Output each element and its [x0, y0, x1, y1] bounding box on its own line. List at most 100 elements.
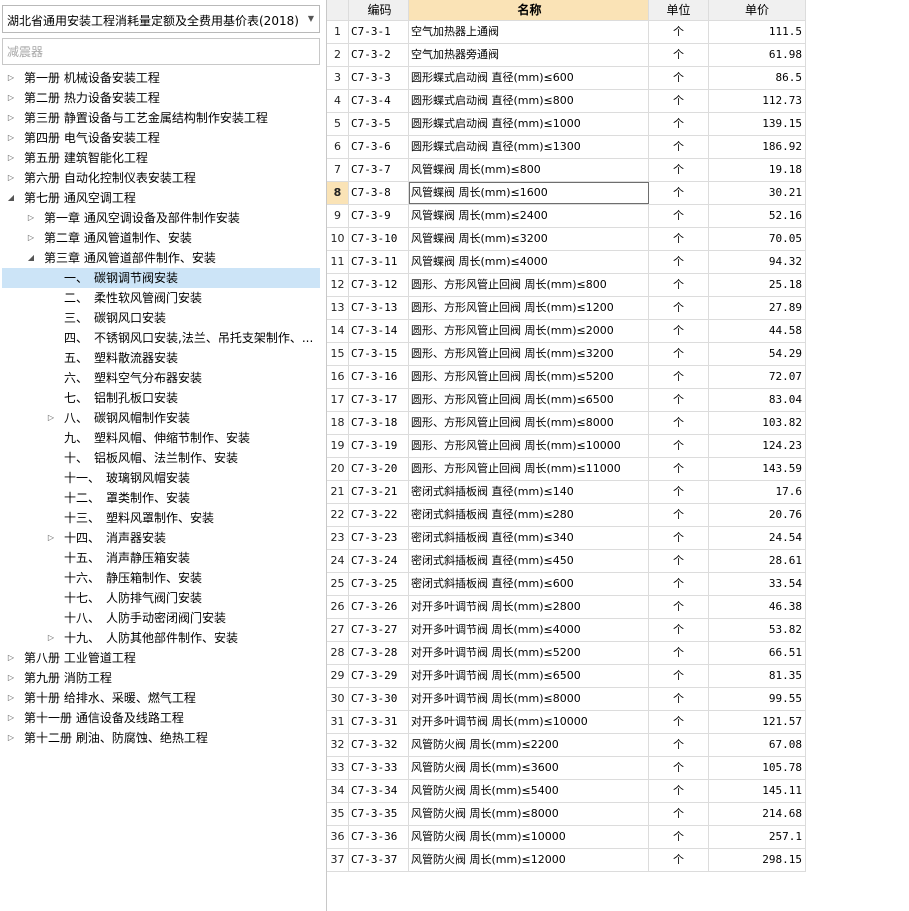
price-cell[interactable]: 70.05	[709, 228, 806, 250]
tree-node[interactable]: 六、 塑料空气分布器安装	[0, 368, 326, 388]
unit-cell[interactable]: 个	[649, 389, 709, 411]
row-number-cell[interactable]: 33	[327, 757, 349, 779]
code-cell[interactable]: C7-3-3	[349, 67, 409, 89]
name-cell[interactable]: 风管防火阀 周长(mm)≤8000	[409, 803, 649, 825]
row-number-cell[interactable]: 36	[327, 826, 349, 848]
price-cell[interactable]: 145.11	[709, 780, 806, 802]
table-row[interactable]: 36 C7-3-36 风管防火阀 周长(mm)≤10000 个 257.1	[327, 826, 806, 849]
chevron-down-icon[interactable]: ▼	[308, 14, 314, 23]
unit-cell[interactable]: 个	[649, 619, 709, 641]
code-cell[interactable]: C7-3-19	[349, 435, 409, 457]
code-cell[interactable]: C7-3-13	[349, 297, 409, 319]
name-cell[interactable]: 圆形、方形风管止回阀 周长(mm)≤10000	[409, 435, 649, 457]
code-cell[interactable]: C7-3-18	[349, 412, 409, 434]
row-number-cell[interactable]: 32	[327, 734, 349, 756]
name-cell[interactable]: 对开多叶调节阀 周长(mm)≤4000	[409, 619, 649, 641]
table-row[interactable]: 17 C7-3-17 圆形、方形风管止回阀 周长(mm)≤6500 个 83.04	[327, 389, 806, 412]
unit-cell[interactable]: 个	[649, 182, 709, 204]
code-cell[interactable]: C7-3-21	[349, 481, 409, 503]
name-cell[interactable]: 对开多叶调节阀 周长(mm)≤6500	[409, 665, 649, 687]
code-cell[interactable]: C7-3-33	[349, 757, 409, 779]
name-cell[interactable]: 风管防火阀 周长(mm)≤12000	[409, 849, 649, 871]
name-cell[interactable]: 风管蝶阀 周长(mm)≤2400	[409, 205, 649, 227]
unit-cell[interactable]: 个	[649, 688, 709, 710]
tree-node[interactable]: ▷ 第八册 工业管道工程	[0, 648, 326, 668]
tree-node[interactable]: ▷ 第十一册 通信设备及线路工程	[0, 708, 326, 728]
unit-cell[interactable]: 个	[649, 113, 709, 135]
name-cell[interactable]: 对开多叶调节阀 周长(mm)≤5200	[409, 642, 649, 664]
name-cell[interactable]: 风管防火阀 周长(mm)≤3600	[409, 757, 649, 779]
code-cell[interactable]: C7-3-4	[349, 90, 409, 112]
code-cell[interactable]: C7-3-10	[349, 228, 409, 250]
table-row[interactable]: 1 C7-3-1 空气加热器上通阀个 111.5	[327, 21, 806, 44]
row-number-cell[interactable]: 19	[327, 435, 349, 457]
expand-triangle-icon[interactable]: ◢	[6, 188, 16, 208]
name-cell[interactable]: 风管防火阀 周长(mm)≤5400	[409, 780, 649, 802]
header-name[interactable]: 名称	[409, 0, 649, 20]
price-cell[interactable]: 94.32	[709, 251, 806, 273]
collapse-triangle-icon[interactable]: ▷	[6, 688, 16, 708]
code-cell[interactable]: C7-3-6	[349, 136, 409, 158]
table-row[interactable]: 14 C7-3-14 圆形、方形风管止回阀 周长(mm)≤2000 个 44.58	[327, 320, 806, 343]
price-cell[interactable]: 19.18	[709, 159, 806, 181]
collapse-triangle-icon[interactable]: ▷	[6, 108, 16, 128]
table-row[interactable]: 33 C7-3-33 风管防火阀 周长(mm)≤3600 个 105.78	[327, 757, 806, 780]
tree-node[interactable]: ▷ 第三册 静置设备与工艺金属结构制作安装工程	[0, 108, 326, 128]
row-number-cell[interactable]: 9	[327, 205, 349, 227]
collapse-triangle-icon[interactable]: ▷	[6, 648, 16, 668]
code-cell[interactable]: C7-3-7	[349, 159, 409, 181]
tree-node[interactable]: ▷ 第九册 消防工程	[0, 668, 326, 688]
tree-node[interactable]: ▷ 十四、 消声器安装	[0, 528, 326, 548]
table-row[interactable]: 32 C7-3-32 风管防火阀 周长(mm)≤2200 个 67.08	[327, 734, 806, 757]
price-cell[interactable]: 121.57	[709, 711, 806, 733]
unit-cell[interactable]: 个	[649, 573, 709, 595]
row-number-cell[interactable]: 24	[327, 550, 349, 572]
unit-cell[interactable]: 个	[649, 504, 709, 526]
table-row[interactable]: 5 C7-3-5 圆形蝶式启动阀 直径(mm)≤1000 个 139.15	[327, 113, 806, 136]
quota-library-select[interactable]: 湖北省通用安装工程消耗量定额及全费用基价表(2018) ▼	[2, 5, 320, 33]
row-number-cell[interactable]: 12	[327, 274, 349, 296]
row-number-cell[interactable]: 15	[327, 343, 349, 365]
code-cell[interactable]: C7-3-31	[349, 711, 409, 733]
price-cell[interactable]: 17.6	[709, 481, 806, 503]
table-row[interactable]: 11 C7-3-11 风管蝶阀 周长(mm)≤4000 个 94.32	[327, 251, 806, 274]
table-row[interactable]: 25 C7-3-25 密闭式斜插板阀 直径(mm)≤600 个 33.54	[327, 573, 806, 596]
row-number-cell[interactable]: 16	[327, 366, 349, 388]
collapse-triangle-icon[interactable]: ▷	[6, 148, 16, 168]
row-number-cell[interactable]: 22	[327, 504, 349, 526]
price-cell[interactable]: 72.07	[709, 366, 806, 388]
name-cell[interactable]: 圆形、方形风管止回阀 周长(mm)≤1200	[409, 297, 649, 319]
header-code[interactable]: 编码	[349, 0, 409, 20]
price-cell[interactable]: 139.15	[709, 113, 806, 135]
price-cell[interactable]: 257.1	[709, 826, 806, 848]
collapse-triangle-icon[interactable]: ▷	[46, 528, 56, 548]
table-row[interactable]: 9 C7-3-9 风管蝶阀 周长(mm)≤2400 个 52.16	[327, 205, 806, 228]
tree-node[interactable]: 十六、 静压箱制作、安装	[0, 568, 326, 588]
name-cell[interactable]: 对开多叶调节阀 周长(mm)≤8000	[409, 688, 649, 710]
table-row[interactable]: 19 C7-3-19 圆形、方形风管止回阀 周长(mm)≤10000 个 124.23	[327, 435, 806, 458]
unit-cell[interactable]: 个	[649, 665, 709, 687]
unit-cell[interactable]: 个	[649, 205, 709, 227]
row-number-cell[interactable]: 8	[327, 182, 349, 204]
name-cell[interactable]: 风管蝶阀 周长(mm)≤4000	[409, 251, 649, 273]
code-cell[interactable]: C7-3-5	[349, 113, 409, 135]
unit-cell[interactable]: 个	[649, 826, 709, 848]
unit-cell[interactable]: 个	[649, 642, 709, 664]
row-number-cell[interactable]: 13	[327, 297, 349, 319]
table-row[interactable]: 31 C7-3-31 对开多叶调节阀 周长(mm)≤10000 个 121.57	[327, 711, 806, 734]
table-row[interactable]: 24 C7-3-24 密闭式斜插板阀 直径(mm)≤450 个 28.61	[327, 550, 806, 573]
code-cell[interactable]: C7-3-27	[349, 619, 409, 641]
unit-cell[interactable]: 个	[649, 458, 709, 480]
tree-node[interactable]: ▷ 第一册 机械设备安装工程	[0, 68, 326, 88]
name-cell[interactable]: 密闭式斜插板阀 直径(mm)≤280	[409, 504, 649, 526]
tree-node[interactable]: 十八、 人防手动密闭阀门安装	[0, 608, 326, 628]
table-row[interactable]: 2 C7-3-2 空气加热器旁通阀个 61.98	[327, 44, 806, 67]
code-cell[interactable]: C7-3-8	[349, 182, 409, 204]
name-cell[interactable]: 风管蝶阀 周长(mm)≤800	[409, 159, 649, 181]
code-cell[interactable]: C7-3-26	[349, 596, 409, 618]
unit-cell[interactable]: 个	[649, 550, 709, 572]
tree-node[interactable]: ▷ 第十二册 刷油、防腐蚀、绝热工程	[0, 728, 326, 748]
table-row[interactable]: 10 C7-3-10 风管蝶阀 周长(mm)≤3200 个 70.05	[327, 228, 806, 251]
name-cell[interactable]: 圆形、方形风管止回阀 周长(mm)≤800	[409, 274, 649, 296]
code-cell[interactable]: C7-3-9	[349, 205, 409, 227]
